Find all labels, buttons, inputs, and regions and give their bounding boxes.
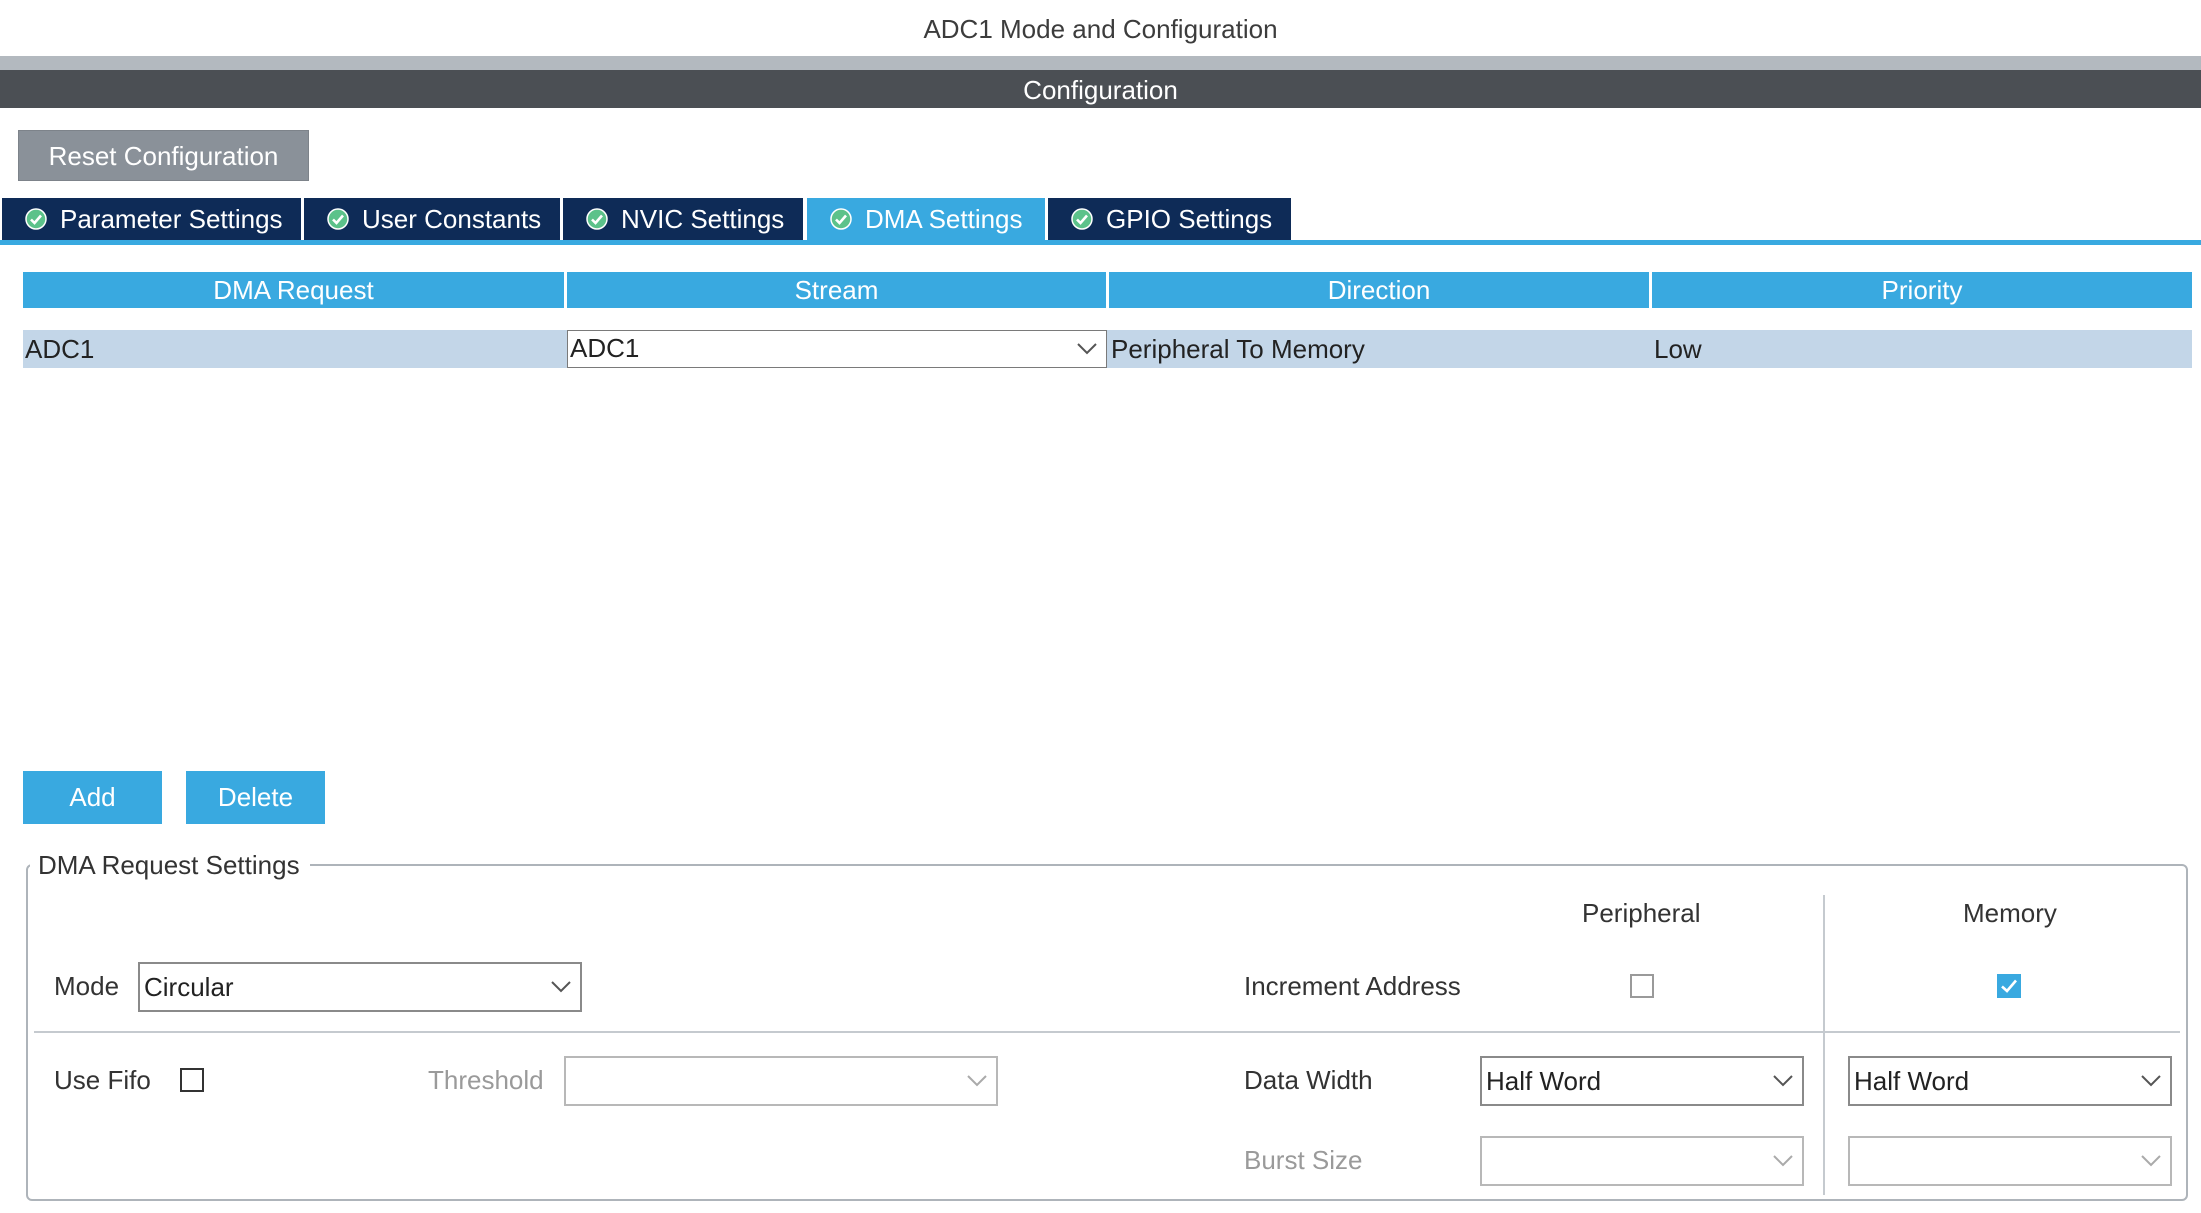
- window-title: ADC1 Mode and Configuration: [923, 14, 1278, 44]
- tab-label: GPIO Settings: [1106, 204, 1273, 234]
- table-cell-stream: ADC1: [565, 330, 1109, 368]
- peripheral-data-width-value: Half Word: [1486, 1066, 1602, 1096]
- memory-data-width-select[interactable]: Half Word: [1848, 1056, 2172, 1106]
- check-circle-icon: [830, 208, 852, 230]
- chevron-down-icon: [1773, 1155, 1793, 1167]
- chevron-down-icon: [2141, 1155, 2161, 1167]
- tab-gpio-settings[interactable]: GPIO Settings: [1048, 198, 1291, 240]
- increment-address-label: Increment Address: [1244, 971, 1461, 1001]
- chevron-down-icon: [967, 1075, 987, 1087]
- data-width-label: Data Width: [1244, 1065, 1373, 1095]
- tab-label: NVIC Settings: [621, 204, 785, 234]
- reset-configuration-button[interactable]: Reset Configuration: [18, 130, 309, 181]
- title-divider: [0, 56, 2201, 70]
- use-fifo-label: Use Fifo: [54, 1065, 151, 1095]
- mode-select[interactable]: Circular: [138, 962, 582, 1012]
- tab-parameter-settings[interactable]: Parameter Settings: [2, 198, 301, 240]
- tab-label: User Constants: [362, 204, 542, 234]
- column-header-priority[interactable]: Priority: [1652, 272, 2192, 308]
- check-circle-icon: [25, 208, 47, 230]
- column-header-stream[interactable]: Stream: [567, 272, 1106, 308]
- tab-user-constants[interactable]: User Constants: [304, 198, 560, 240]
- peripheral-data-width-select[interactable]: Half Word: [1480, 1056, 1804, 1106]
- mode-select-value: Circular: [144, 972, 234, 1002]
- peripheral-column-label: Peripheral: [1582, 898, 1701, 928]
- stream-select[interactable]: ADC1: [567, 330, 1107, 368]
- check-circle-icon: [1071, 208, 1093, 230]
- delete-button[interactable]: Delete: [186, 771, 325, 824]
- tab-label: DMA Settings: [865, 204, 1023, 234]
- tab-label: Parameter Settings: [60, 204, 283, 234]
- tab-nvic-settings[interactable]: NVIC Settings: [563, 198, 803, 240]
- memory-column-label: Memory: [1963, 898, 2057, 928]
- table-cell-priority[interactable]: Low: [1652, 330, 2192, 368]
- row-divider: [34, 1031, 2180, 1033]
- tab-dma-settings[interactable]: DMA Settings: [807, 198, 1045, 240]
- group-title: DMA Request Settings: [30, 847, 310, 883]
- peripheral-increment-checkbox[interactable]: [1630, 974, 1654, 998]
- stream-select-value: ADC1: [570, 333, 640, 363]
- configuration-header: Configuration: [0, 70, 2201, 108]
- chevron-down-icon: [551, 981, 571, 993]
- column-divider: [1823, 895, 1825, 1195]
- check-circle-icon: [327, 208, 349, 230]
- table-cell-request[interactable]: ADC1: [23, 330, 565, 368]
- memory-data-width-value: Half Word: [1854, 1066, 1970, 1096]
- column-header-dma-request[interactable]: DMA Request: [23, 272, 564, 308]
- use-fifo-checkbox[interactable]: [180, 1068, 204, 1092]
- tab-underline: [0, 240, 2201, 245]
- column-header-direction[interactable]: Direction: [1109, 272, 1649, 308]
- chevron-down-icon: [1077, 343, 1097, 355]
- chevron-down-icon: [2141, 1075, 2161, 1087]
- checkmark-icon: [2001, 979, 2017, 993]
- table-cell-direction[interactable]: Peripheral To Memory: [1109, 330, 1652, 368]
- peripheral-burst-size-select[interactable]: [1480, 1136, 1804, 1186]
- memory-increment-checkbox[interactable]: [1997, 974, 2021, 998]
- chevron-down-icon: [1773, 1075, 1793, 1087]
- check-circle-icon: [586, 208, 608, 230]
- threshold-select[interactable]: [564, 1056, 998, 1106]
- add-button[interactable]: Add: [23, 771, 162, 824]
- burst-size-label: Burst Size: [1244, 1145, 1363, 1175]
- memory-burst-size-select[interactable]: [1848, 1136, 2172, 1186]
- threshold-label: Threshold: [428, 1065, 544, 1095]
- mode-label: Mode: [54, 971, 120, 1001]
